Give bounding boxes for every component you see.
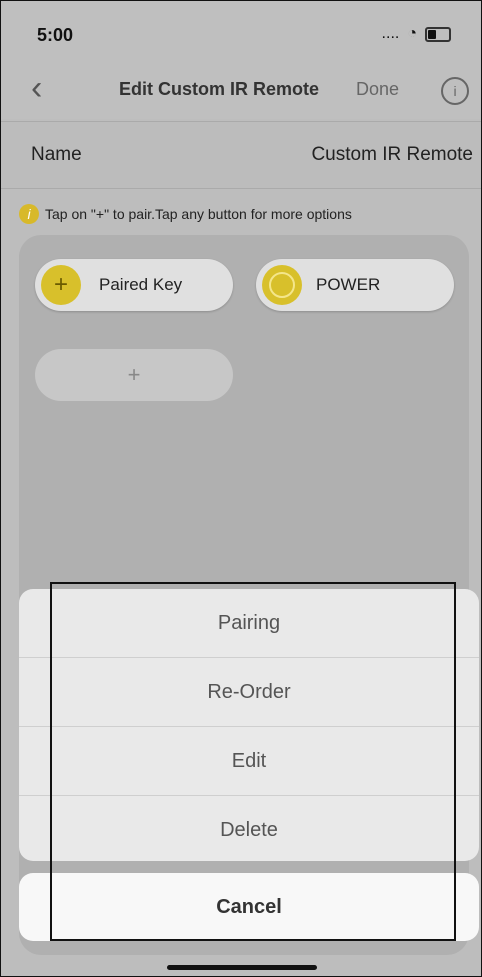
paired-key-button[interactable]: + Paired Key bbox=[35, 259, 233, 311]
add-key-button[interactable]: + bbox=[35, 349, 233, 401]
name-label: Name bbox=[31, 144, 82, 165]
circle-icon bbox=[262, 265, 302, 305]
page-title: Edit Custom IR Remote bbox=[119, 79, 320, 99]
edit-option[interactable]: Edit bbox=[19, 727, 479, 796]
navigation-bar: ‹ Edit Custom IR Remote Done i bbox=[1, 59, 481, 119]
done-button[interactable]: Done bbox=[356, 79, 399, 100]
key-label: Paired Key bbox=[99, 275, 183, 294]
action-sheet: Pairing Re-Order Edit Delete bbox=[19, 589, 479, 861]
status-icons: .... ◔ bbox=[382, 25, 451, 43]
status-time: 5:00 bbox=[37, 25, 74, 45]
hint-text: Tap on "+" to pair.Tap any button for mo… bbox=[45, 206, 352, 222]
status-bar: 5:00 .... ◔ bbox=[1, 1, 481, 59]
phone-screen: 5:00 .... ◔ ‹ Edit Custom IR Remote Done… bbox=[0, 0, 482, 977]
delete-option[interactable]: Delete bbox=[19, 796, 479, 861]
home-indicator[interactable] bbox=[167, 965, 317, 970]
name-row[interactable]: Name Custom IR Remote bbox=[1, 121, 481, 189]
info-hint-icon: i bbox=[19, 204, 39, 224]
cancel-button[interactable]: Cancel bbox=[19, 873, 479, 941]
power-key-button[interactable]: POWER bbox=[256, 259, 454, 311]
battery-icon bbox=[425, 26, 451, 42]
signal-icon: .... bbox=[381, 25, 400, 42]
hint-banner: i Tap on "+" to pair.Tap any button for … bbox=[19, 204, 352, 224]
key-label: POWER bbox=[316, 275, 381, 294]
pairing-option[interactable]: Pairing bbox=[19, 589, 479, 658]
wifi-icon: ◔ bbox=[407, 25, 417, 42]
plus-icon: + bbox=[41, 265, 81, 305]
back-chevron-icon[interactable]: ‹ bbox=[31, 71, 42, 105]
info-icon[interactable]: i bbox=[441, 77, 469, 105]
reorder-option[interactable]: Re-Order bbox=[19, 658, 479, 727]
name-value: Custom IR Remote bbox=[311, 144, 473, 165]
